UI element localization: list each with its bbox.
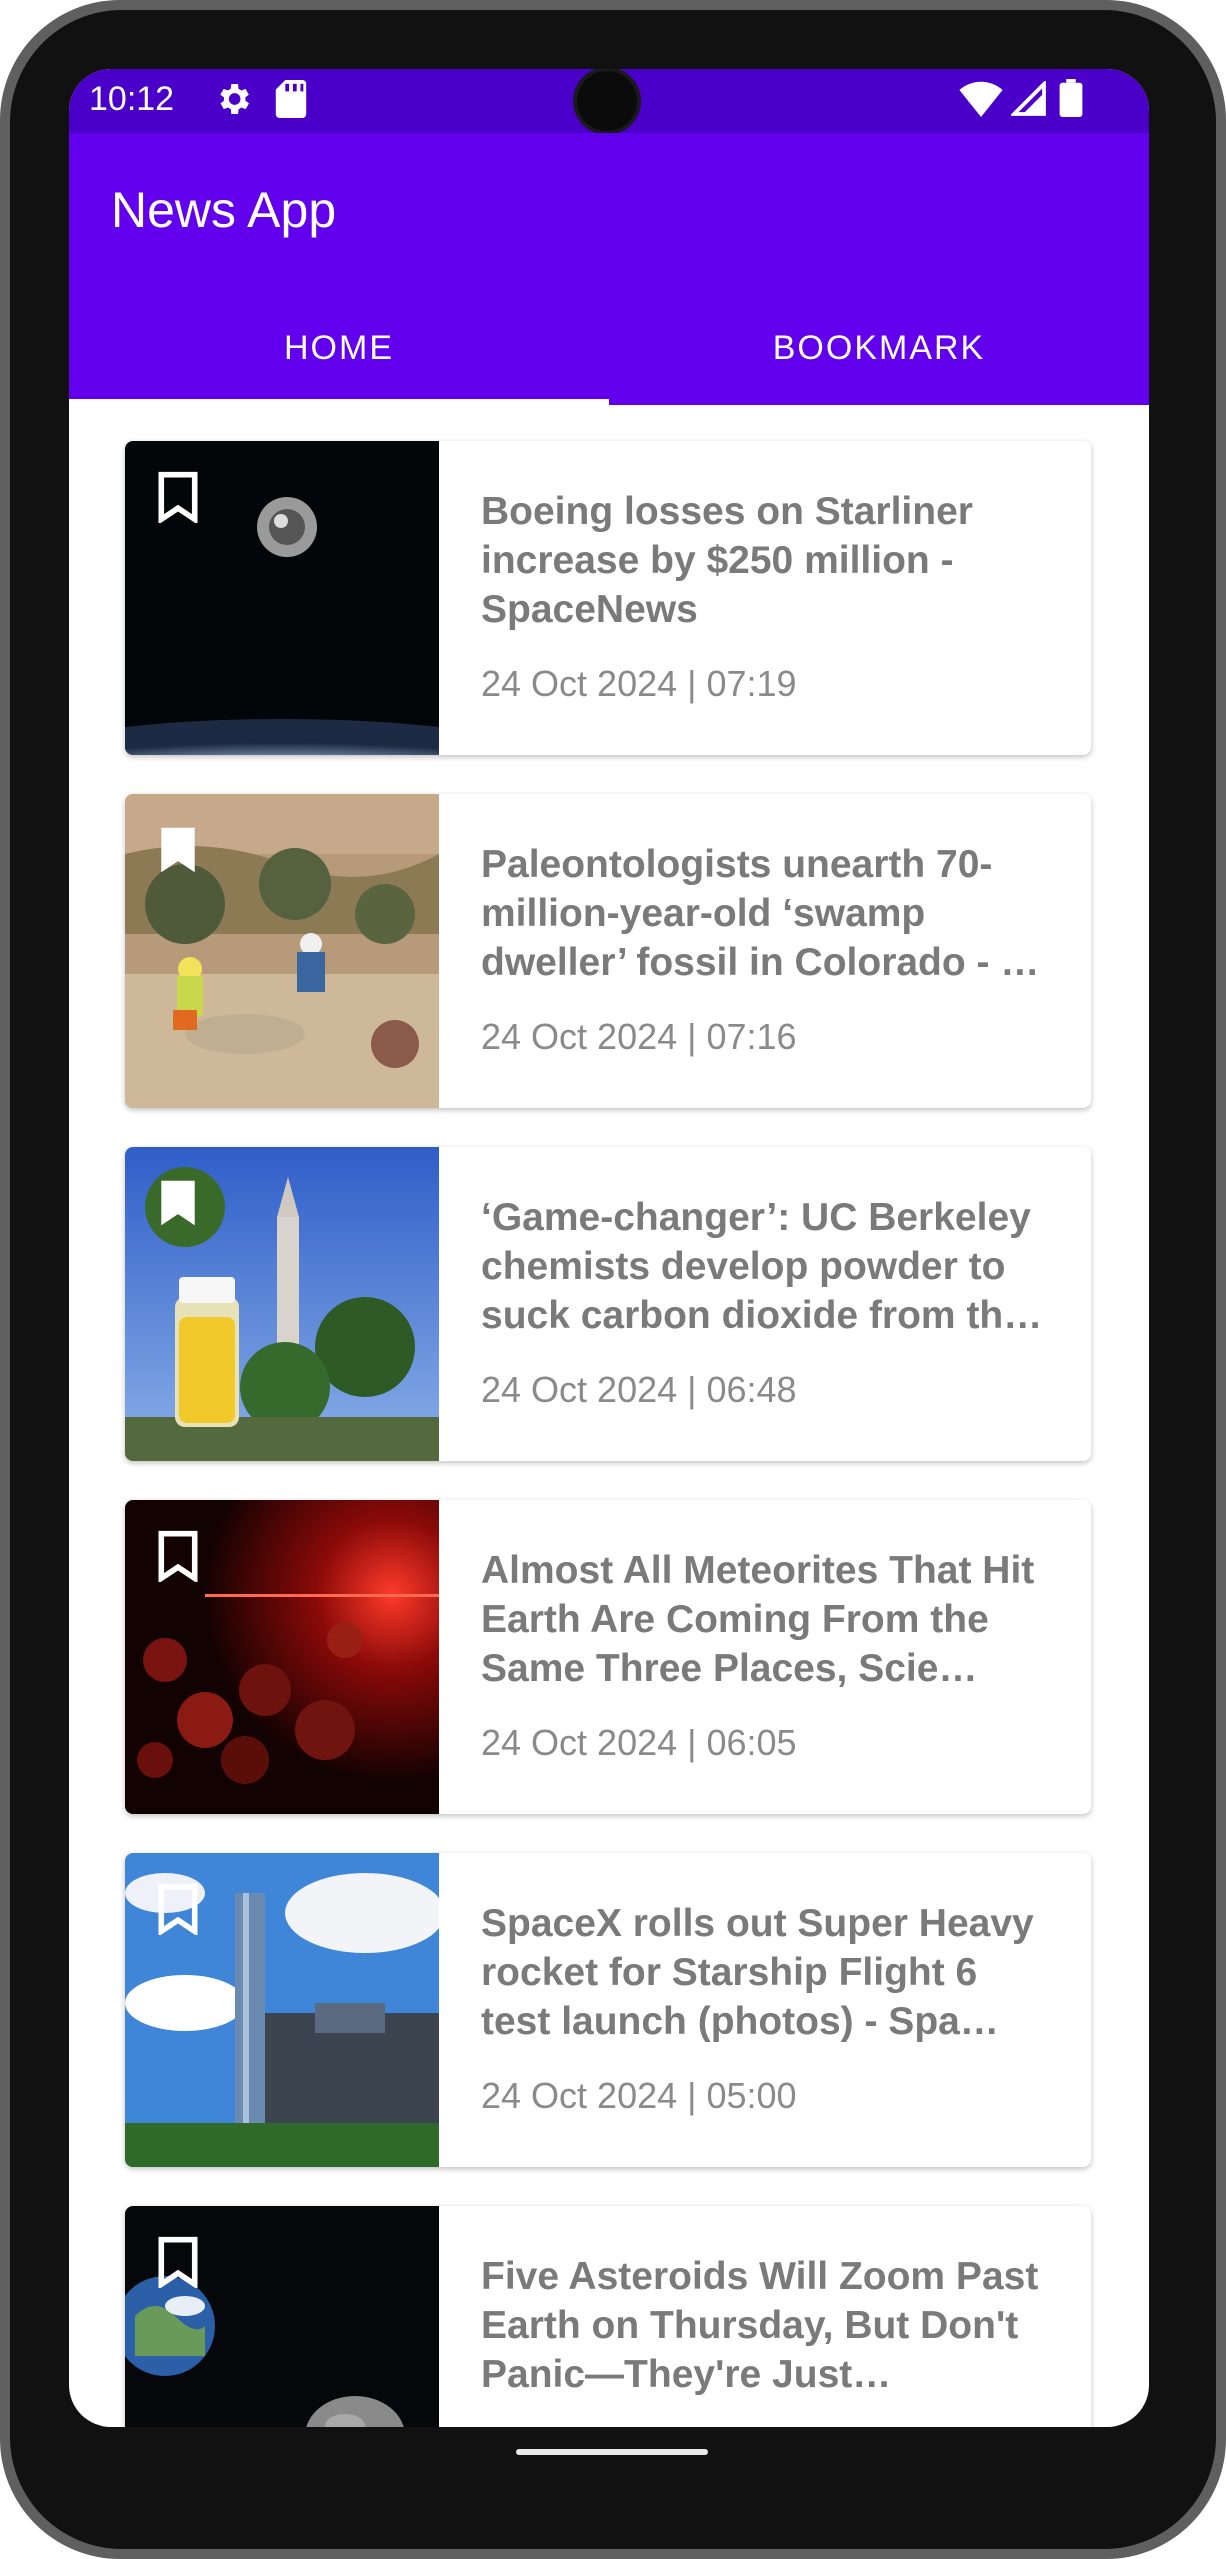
bookmark-outline-icon[interactable]	[155, 471, 201, 523]
news-card[interactable]: SpaceX rolls out Super Heavy rocket for …	[125, 1853, 1091, 2167]
article-headline: Five Asteroids Will Zoom Past Earth on T…	[481, 2255, 1039, 2396]
article-date: 24 Oct 2024 | 05:00	[481, 2075, 797, 2116]
screen: 10:12 News App HOME BOOKMARK Boeing loss…	[69, 69, 1149, 2427]
news-card[interactable]: Boeing losses on Starliner increase by $…	[125, 441, 1091, 755]
settings-gear-icon	[220, 84, 249, 114]
article-headline: Paleontologists unearth 70-million-year-…	[481, 843, 1040, 984]
news-card[interactable]: Paleontologists unearth 70-million-year-…	[125, 794, 1091, 1108]
article-date: 24 Oct 2024 | 07:19	[481, 663, 797, 704]
gesture-nav-handle[interactable]	[516, 2449, 708, 2455]
article-headline: Almost All Meteorites That Hit Earth Are…	[481, 1549, 1035, 1690]
news-card[interactable]: Almost All Meteorites That Hit Earth Are…	[125, 1500, 1091, 1814]
bookmark-outline-icon[interactable]	[155, 1883, 201, 1935]
cell-signal-icon	[1011, 81, 1046, 116]
article-headline: ‘Game-changer’: UC Berkeley chemists dev…	[481, 1196, 1043, 1337]
status-time: 10:12	[89, 80, 175, 118]
news-card[interactable]: ‘Game-changer’: UC Berkeley chemists dev…	[125, 1147, 1091, 1461]
battery-icon	[1059, 79, 1083, 117]
app-title: News App	[111, 182, 337, 238]
bookmark-filled-icon[interactable]	[155, 824, 201, 876]
article-headline: Boeing losses on Starliner increase by $…	[481, 490, 973, 631]
article-date: 24 Oct 2024 | 07:16	[481, 1016, 797, 1057]
wifi-icon	[959, 81, 1003, 117]
news-list[interactable]: Boeing losses on Starliner increase by $…	[69, 405, 1149, 2427]
article-headline: SpaceX rolls out Super Heavy rocket for …	[481, 1902, 1034, 2043]
article-date: 24 Oct 2024 | 06:05	[481, 1722, 797, 1763]
article-date: 24 Oct 2024 | 06:48	[481, 1369, 797, 1410]
news-card[interactable]: Five Asteroids Will Zoom Past Earth on T…	[125, 2206, 1091, 2427]
status-bar: 10:12	[69, 69, 1149, 133]
bookmark-outline-icon[interactable]	[155, 1530, 201, 1582]
front-camera	[577, 71, 637, 131]
bookmark-filled-icon[interactable]	[155, 1177, 201, 1229]
sd-card-icon	[275, 80, 307, 118]
bookmark-outline-icon[interactable]	[155, 2236, 201, 2288]
tab-bookmark[interactable]: BOOKMARK	[609, 329, 1149, 407]
tab-home[interactable]: HOME	[69, 329, 609, 407]
